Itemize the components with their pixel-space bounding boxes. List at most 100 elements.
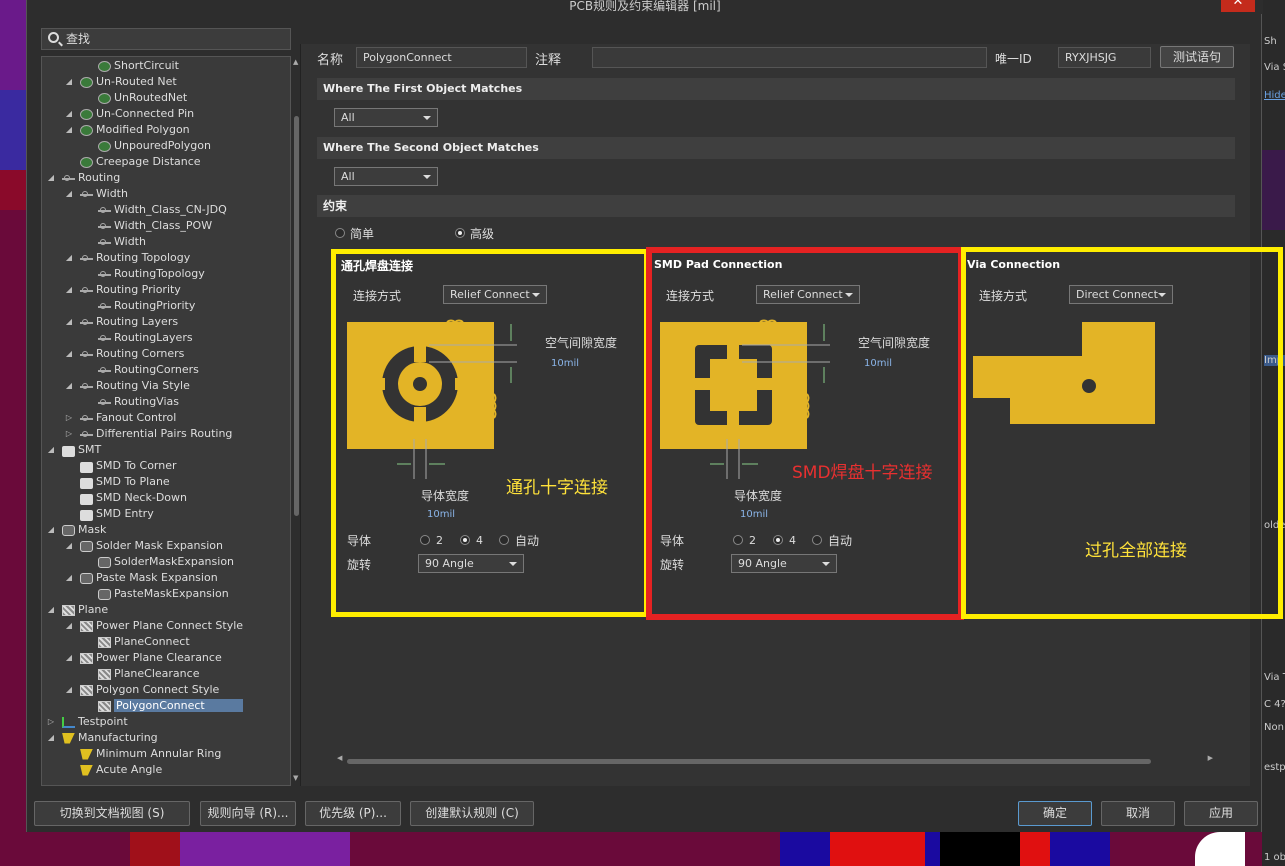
tree-item[interactable]: Width: [98, 234, 146, 250]
expand-toggle-icon[interactable]: ◢: [64, 250, 74, 266]
tree-item[interactable]: ◢ Manufacturing: [48, 730, 158, 746]
tree-item-label: Routing Topology: [96, 251, 191, 264]
tree-item[interactable]: ◢ Polygon Connect Style: [66, 682, 220, 698]
tree-item[interactable]: UnRoutedNet: [98, 90, 187, 106]
background-canvas-bottom: [0, 832, 1285, 866]
tree-item[interactable]: ◢ Routing Topology: [66, 250, 191, 266]
tree-item-label: PlaneClearance: [114, 667, 200, 680]
tree-item[interactable]: SolderMaskExpansion: [98, 554, 234, 570]
document-view-button[interactable]: 切换到文档视图 (S): [34, 801, 190, 826]
expand-toggle-icon[interactable]: ◢: [64, 122, 74, 138]
expand-toggle-icon[interactable]: ◢: [64, 106, 74, 122]
name-field[interactable]: PolygonConnect: [356, 47, 527, 68]
second-object-dropdown[interactable]: All: [334, 167, 438, 186]
tree-item[interactable]: PlaneClearance: [98, 666, 199, 682]
expand-toggle-icon[interactable]: ◢: [46, 442, 56, 458]
tree-item[interactable]: ◢ SMT: [48, 442, 101, 458]
expand-toggle-icon[interactable]: ◢: [46, 730, 56, 746]
tree-item[interactable]: SMD To Corner: [80, 458, 177, 474]
tree-item[interactable]: ▷ Testpoint: [48, 714, 128, 730]
tree-item[interactable]: ◢ Width: [66, 186, 128, 202]
expand-toggle-icon[interactable]: ◢: [64, 74, 74, 90]
create-default-rules-button[interactable]: 创建默认规则 (C): [410, 801, 534, 826]
uid-field[interactable]: RYXJHSJG: [1058, 47, 1151, 68]
simple-radio[interactable]: [335, 228, 345, 238]
plane-icon: [98, 668, 111, 680]
first-object-dropdown[interactable]: All: [334, 108, 438, 127]
tree-item[interactable]: PolygonConnect: [98, 698, 243, 714]
smt-icon: [80, 461, 93, 473]
tree-item[interactable]: SMD To Plane: [80, 474, 170, 490]
plane-icon: [62, 604, 75, 616]
expand-toggle-icon[interactable]: ◢: [64, 378, 74, 394]
tree-item[interactable]: ◢ Routing Layers: [66, 314, 178, 330]
tree-item[interactable]: ◢ Routing Corners: [66, 346, 184, 362]
rule-icon: [80, 76, 93, 88]
tree-item[interactable]: RoutingVias: [98, 394, 179, 410]
tree-item[interactable]: Creepage Distance: [80, 154, 201, 170]
expand-toggle-icon[interactable]: ◢: [64, 346, 74, 362]
expand-toggle-icon[interactable]: ◢: [64, 570, 74, 586]
tree-item-label: Polygon Connect Style: [96, 683, 220, 696]
tree-item[interactable]: ◢ Routing: [48, 170, 120, 186]
tree-item[interactable]: Acute Angle: [80, 762, 162, 778]
expand-toggle-icon[interactable]: ◢: [46, 602, 56, 618]
tree-item[interactable]: ◢ Routing Priority: [66, 282, 181, 298]
expand-toggle-icon[interactable]: ◢: [46, 522, 56, 538]
manufacturing-icon: [80, 748, 93, 760]
tree-item[interactable]: Width_Class_POW: [98, 218, 212, 234]
rules-tree[interactable]: ShortCircuit ◢ Un-Routed Net UnRoutedNet ◢ Un…: [41, 56, 291, 786]
test-query-button[interactable]: 测试语句: [1160, 46, 1234, 68]
tree-item[interactable]: ◢ Un-Routed Net: [66, 74, 177, 90]
panel-text: C 4?: [1264, 699, 1285, 710]
route-icon: [80, 413, 93, 424]
advanced-radio[interactable]: [455, 228, 465, 238]
expand-toggle-icon[interactable]: ◢: [64, 314, 74, 330]
tree-item[interactable]: RoutingPriority: [98, 298, 195, 314]
expand-toggle-icon[interactable]: ▷: [64, 410, 74, 426]
tree-item[interactable]: SMD Neck-Down: [80, 490, 187, 506]
expand-toggle-icon[interactable]: ▷: [46, 714, 56, 730]
tree-item[interactable]: UnpouredPolygon: [98, 138, 211, 154]
tree-item[interactable]: ◢ Routing Via Style: [66, 378, 190, 394]
tree-item[interactable]: ◢ Solder Mask Expansion: [66, 538, 223, 554]
mask-icon: [98, 556, 111, 568]
tree-item[interactable]: ▷ Fanout Control: [66, 410, 176, 426]
tree-item[interactable]: ◢ Plane: [48, 602, 108, 618]
first-object-section: Where The First Object Matches: [317, 78, 1235, 100]
close-button[interactable]: ✕: [1221, 0, 1255, 12]
tree-item[interactable]: PlaneConnect: [98, 634, 190, 650]
tree-item[interactable]: ◢ Paste Mask Expansion: [66, 570, 218, 586]
expand-toggle-icon[interactable]: ◢: [64, 186, 74, 202]
tree-item[interactable]: ◢ Power Plane Clearance: [66, 650, 222, 666]
comment-field[interactable]: [592, 47, 987, 68]
expand-toggle-icon[interactable]: ◢: [46, 170, 56, 186]
tree-item[interactable]: ◢ Un-Connected Pin: [66, 106, 194, 122]
tree-item[interactable]: ◢ Modified Polygon: [66, 122, 190, 138]
tree-item[interactable]: ShortCircuit: [98, 58, 179, 74]
horizontal-scrollbar[interactable]: ◀ ▶: [337, 754, 1213, 766]
route-icon: [98, 221, 111, 232]
tree-item[interactable]: RoutingLayers: [98, 330, 193, 346]
apply-button[interactable]: 应用: [1184, 801, 1258, 826]
expand-toggle-icon[interactable]: ◢: [64, 538, 74, 554]
ok-button[interactable]: 确定: [1018, 801, 1092, 826]
tree-item[interactable]: SMD Entry: [80, 506, 154, 522]
tree-item[interactable]: ▷ Differential Pairs Routing: [66, 426, 233, 442]
expand-toggle-icon[interactable]: ◢: [64, 618, 74, 634]
expand-toggle-icon[interactable]: ▷: [64, 426, 74, 442]
tree-item[interactable]: RoutingCorners: [98, 362, 199, 378]
tree-item[interactable]: RoutingTopology: [98, 266, 205, 282]
priorities-button[interactable]: 优先级 (P)...: [305, 801, 401, 826]
tree-item[interactable]: ◢ Power Plane Connect Style: [66, 618, 243, 634]
search-input[interactable]: 查找: [41, 28, 291, 50]
rule-wizard-button[interactable]: 规则向导 (R)...: [200, 801, 296, 826]
tree-item[interactable]: Minimum Annular Ring: [80, 746, 221, 762]
cancel-button[interactable]: 取消: [1101, 801, 1175, 826]
tree-item[interactable]: PasteMaskExpansion: [98, 586, 229, 602]
expand-toggle-icon[interactable]: ◢: [64, 282, 74, 298]
expand-toggle-icon[interactable]: ◢: [64, 682, 74, 698]
tree-item[interactable]: ◢ Mask: [48, 522, 106, 538]
expand-toggle-icon[interactable]: ◢: [64, 650, 74, 666]
tree-item[interactable]: Width_Class_CN-JDQ: [98, 202, 227, 218]
